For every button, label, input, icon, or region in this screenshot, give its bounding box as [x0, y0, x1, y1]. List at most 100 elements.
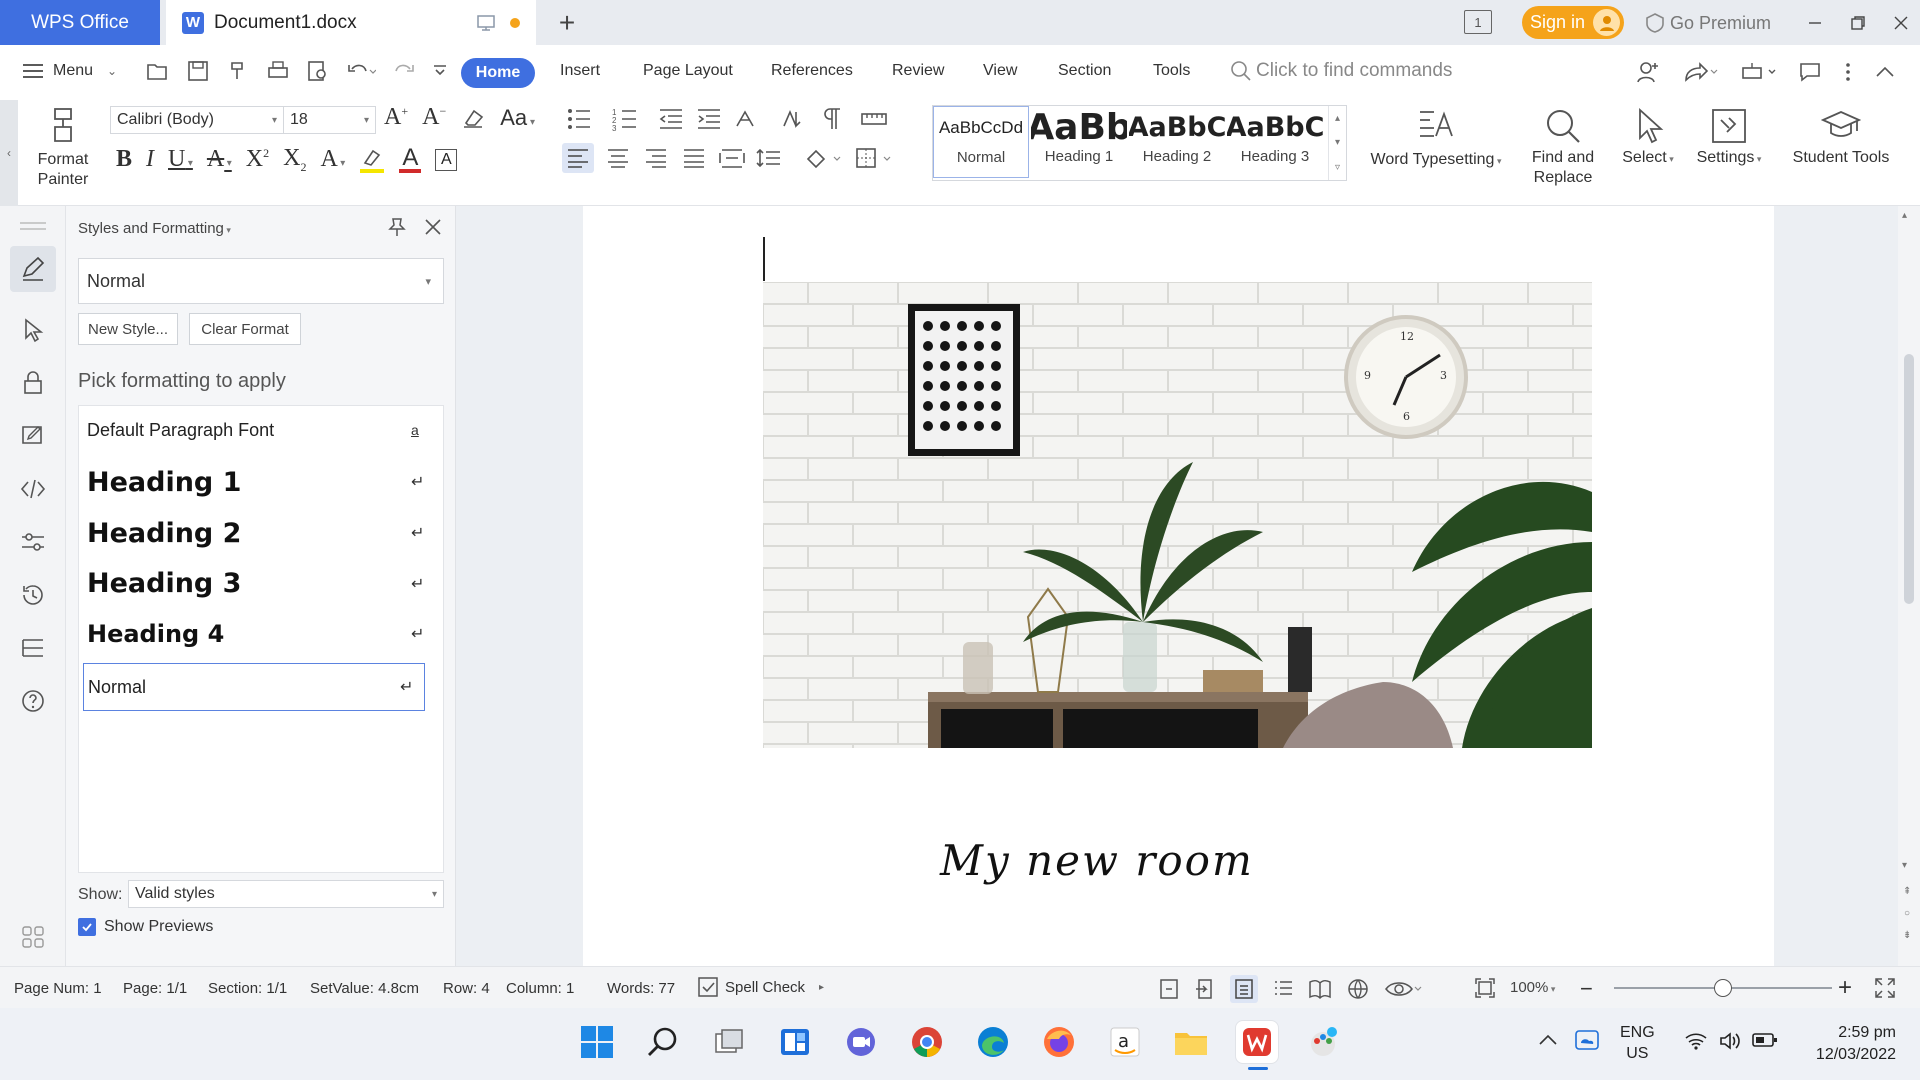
list-item-heading-2[interactable]: Heading 2 ↵ — [87, 508, 435, 558]
shading-icon[interactable] — [804, 147, 844, 169]
insert-shape-icon[interactable] — [1740, 60, 1776, 84]
clear-formatting-icon[interactable] — [460, 105, 486, 131]
sign-in-button[interactable]: Sign in — [1522, 6, 1624, 39]
eye-protection-icon[interactable] — [1384, 977, 1422, 1001]
status-set-value[interactable]: SetValue: 4.8cm — [310, 980, 419, 997]
bullet-list-icon[interactable] — [566, 106, 600, 132]
minimize-button[interactable] — [1800, 8, 1830, 38]
vertical-scrollbar[interactable]: ▴ ▾ ⇞ ○ ⇟ — [1898, 206, 1920, 966]
open-folder-icon[interactable] — [146, 60, 170, 82]
ribbon-scroll-left[interactable]: ‹ — [0, 100, 18, 206]
teams-chat-icon[interactable] — [839, 1020, 883, 1064]
paint-app-icon[interactable] — [1301, 1020, 1345, 1064]
tab-review[interactable]: Review — [892, 62, 944, 80]
styles-gallery-scroll[interactable]: ▴ ▾ ▿ — [1328, 106, 1346, 180]
add-user-icon[interactable] — [1636, 60, 1660, 84]
list-item-default-paragraph-font[interactable]: Default Paragraph Font a — [87, 406, 435, 454]
list-item-normal[interactable]: Normal ↵ — [83, 663, 425, 711]
tab-view[interactable]: View — [983, 62, 1017, 80]
document-tab[interactable]: W Document1.docx — [166, 0, 536, 45]
numbered-list-icon[interactable]: 123 — [612, 106, 646, 132]
navigation-pane-icon[interactable] — [14, 629, 52, 667]
text-effect-icon[interactable]: A ▾ — [320, 146, 345, 173]
tab-insert[interactable]: Insert — [560, 62, 600, 80]
amazon-icon[interactable]: a — [1103, 1020, 1147, 1064]
tab-page-layout[interactable]: Page Layout — [643, 62, 733, 80]
clock[interactable]: 2:59 pm 12/03/2022 — [1800, 1022, 1896, 1066]
ruler-icon[interactable] — [860, 106, 888, 132]
file-explorer-icon[interactable] — [1169, 1020, 1213, 1064]
style-heading-1[interactable]: AaBb Heading 1 — [1031, 106, 1127, 178]
find-replace-button[interactable]: Find and Replace — [1520, 106, 1606, 188]
status-words[interactable]: Words: 77 — [607, 980, 675, 997]
customize-toolbar-icon[interactable] — [432, 60, 448, 82]
battery-icon[interactable] — [1752, 1032, 1778, 1048]
zoom-level-select[interactable]: 100% ▾ — [1510, 979, 1555, 996]
font-name-select[interactable]: Calibri (Body) ▾ — [110, 106, 284, 134]
outline-view-icon[interactable] — [1272, 977, 1294, 1001]
align-right-icon[interactable] — [642, 147, 670, 169]
character-border-icon[interactable]: A — [435, 148, 458, 171]
style-heading-2[interactable]: AaBbC Heading 2 — [1129, 106, 1225, 178]
bold-icon[interactable]: B — [116, 146, 132, 173]
grow-font-icon[interactable]: A+ — [384, 104, 408, 131]
list-item-heading-4[interactable]: Heading 4 ↵ — [87, 609, 435, 659]
style-heading-3[interactable]: AaBbC Heading 3 — [1227, 106, 1323, 178]
tab-section[interactable]: Section — [1058, 62, 1111, 80]
restore-button[interactable] — [1843, 8, 1873, 38]
format-brush-icon[interactable] — [226, 60, 250, 82]
monitor-icon[interactable] — [476, 14, 496, 32]
font-color-icon[interactable]: A — [399, 145, 422, 173]
page-counter-badge[interactable]: 1 — [1464, 10, 1492, 34]
redo-icon[interactable] — [392, 60, 416, 82]
zoom-in-button[interactable]: + — [1838, 974, 1852, 1002]
adjust-sliders-icon[interactable] — [14, 523, 52, 561]
tab-references[interactable]: References — [771, 62, 853, 80]
print-icon[interactable] — [266, 60, 290, 82]
new-style-button[interactable]: New Style... — [78, 313, 178, 345]
italic-icon[interactable]: I — [146, 146, 154, 173]
apps-grid-icon[interactable] — [14, 918, 52, 956]
help-icon[interactable] — [14, 682, 52, 720]
font-size-select[interactable]: 18 ▾ — [284, 106, 376, 134]
firefox-icon[interactable] — [1037, 1020, 1081, 1064]
text-direction-icon[interactable] — [734, 106, 768, 132]
save-icon[interactable] — [186, 60, 210, 82]
list-item-heading-3[interactable]: Heading 3 ↵ — [87, 558, 435, 609]
fit-page-icon[interactable] — [1474, 977, 1496, 999]
status-page[interactable]: Page: 1/1 — [123, 980, 187, 997]
volume-icon[interactable] — [1718, 1030, 1742, 1052]
select-browse-icon[interactable]: ○ — [1904, 908, 1910, 919]
scroll-thumb[interactable] — [1904, 354, 1914, 604]
zoom-out-button[interactable]: − — [1580, 976, 1593, 1002]
change-case-button[interactable]: Aa ▾ — [500, 105, 535, 131]
task-view-icon[interactable] — [707, 1020, 751, 1064]
scroll-up-icon[interactable]: ▴ — [1902, 210, 1907, 221]
current-style-select[interactable]: Normal ▾ — [78, 258, 444, 304]
subscript-icon[interactable]: X2 — [283, 145, 306, 175]
align-left-icon[interactable] — [562, 143, 594, 173]
pin-icon[interactable] — [386, 216, 408, 238]
zoom-slider[interactable] — [1614, 979, 1832, 997]
show-previews-checkbox[interactable]: Show Previews — [78, 918, 213, 936]
next-page-icon[interactable]: ⇟ — [1903, 930, 1911, 941]
go-premium-button[interactable]: Go Premium — [1644, 11, 1771, 35]
shrink-font-icon[interactable]: A− — [422, 104, 446, 131]
document-title-text[interactable]: My new room — [940, 836, 1254, 885]
fullscreen-icon[interactable] — [1874, 977, 1896, 999]
tab-home[interactable]: Home — [461, 58, 535, 88]
distributed-icon[interactable] — [718, 147, 746, 169]
rail-drag-handle[interactable] — [14, 216, 52, 236]
select-button[interactable]: Select ▾ — [1614, 106, 1682, 169]
show-filter-select[interactable]: Valid styles ▾ — [128, 880, 444, 908]
share-icon[interactable] — [1682, 60, 1718, 84]
select-pointer-icon[interactable] — [14, 311, 52, 349]
print-preview-icon[interactable] — [306, 60, 330, 82]
wps-taskbar-icon[interactable] — [1235, 1020, 1279, 1070]
web-layout-icon[interactable] — [1346, 977, 1370, 1001]
undo-icon[interactable] — [346, 60, 376, 82]
align-center-icon[interactable] — [604, 147, 632, 169]
close-window-button[interactable] — [1886, 8, 1916, 38]
code-icon[interactable] — [14, 470, 52, 508]
room-photo[interactable]: 12 3 6 9 — [763, 282, 1592, 748]
